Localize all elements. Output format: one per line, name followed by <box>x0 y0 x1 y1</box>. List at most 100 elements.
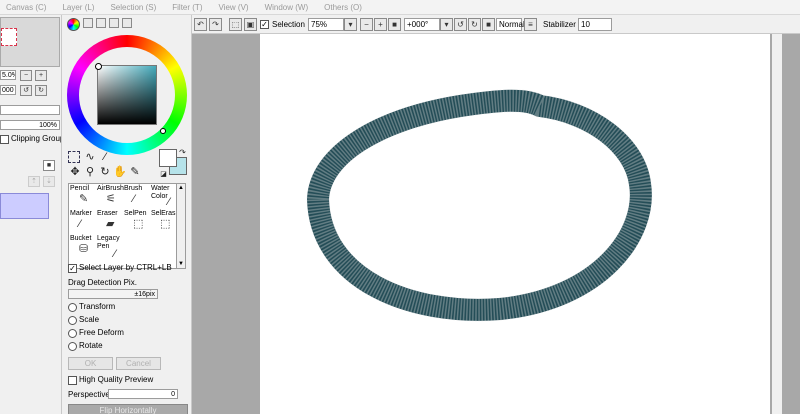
tool-eraser[interactable]: Eraser ▰ <box>96 209 123 234</box>
ok-button[interactable]: OK <box>68 357 113 370</box>
tool-pencil[interactable]: Pencil ✎ <box>69 184 96 209</box>
select-layer-label: Select Layer by CTRL+LB <box>79 263 172 272</box>
menu-selection[interactable]: Selection (S) <box>110 3 156 12</box>
hsv-slider-mode-icon[interactable] <box>96 18 106 28</box>
tool-bucket[interactable]: Bucket ⛁ <box>69 234 96 259</box>
scratchpad-mode-icon[interactable] <box>122 18 132 28</box>
cancel-button[interactable]: Cancel <box>116 357 161 370</box>
tool-selpen[interactable]: SelPen ⬚ <box>123 209 150 234</box>
legacy-pen-icon: ⁄ <box>114 248 116 260</box>
menu-canvas[interactable]: Canvas (C) <box>6 3 46 12</box>
zoom-dropdown[interactable]: 75% <box>308 18 344 31</box>
tool-legacy-pen[interactable]: Legacy Pen ⁄ <box>96 234 123 260</box>
angle-dropdown-arrow-icon[interactable]: ▾ <box>440 18 453 31</box>
stabilizer-dropdown[interactable]: 10 <box>578 18 612 31</box>
rotate-left-button[interactable]: ↺ <box>20 85 32 96</box>
hue-picker-marker[interactable] <box>160 128 166 134</box>
toolbar-zoom-out-button[interactable]: − <box>360 18 373 31</box>
main-color-swatch[interactable] <box>159 149 177 167</box>
zoom-icon[interactable]: ⚲ <box>83 165 97 179</box>
blend-dropdown[interactable]: Normal <box>496 18 525 31</box>
menu-layer[interactable]: Layer (L) <box>62 3 94 12</box>
navigator-thumbnail[interactable] <box>0 17 60 67</box>
tool-legacy-pen-label: Legacy Pen <box>97 235 120 250</box>
layer-item-selected[interactable] <box>0 193 49 219</box>
transform-label: Transform <box>79 302 116 311</box>
scale-radio[interactable] <box>68 316 77 325</box>
toolbar-zoom-in-button[interactable]: + <box>374 18 387 31</box>
tool-grid-scrollbar[interactable]: ▲ ▼ <box>176 183 186 269</box>
drag-detection-field[interactable]: ±16pix <box>68 289 158 299</box>
eraser-icon: ▰ <box>106 218 115 230</box>
perspective-field[interactable]: 0 <box>108 389 178 399</box>
blend-mode-dropdown[interactable] <box>0 105 60 115</box>
zoom-out-button[interactable]: − <box>20 70 32 81</box>
transform-radio[interactable] <box>68 303 77 312</box>
invert-selection-button[interactable]: ▣ <box>244 18 257 31</box>
selpen-icon: ⬚ <box>133 218 144 230</box>
sv-picker-marker[interactable] <box>95 63 102 70</box>
eyedropper-icon[interactable]: ✎ <box>128 165 142 179</box>
scroll-up-icon[interactable]: ▲ <box>178 185 184 191</box>
swap-colors-icon[interactable]: ↷ <box>178 148 187 157</box>
tool-marker[interactable]: Marker ⁄ <box>69 209 96 234</box>
canvas-area[interactable] <box>192 34 800 414</box>
toolbar-zoom-reset-button[interactable]: ■ <box>388 18 401 31</box>
rotate-view-icon[interactable]: ↻ <box>98 165 112 179</box>
rotate-radio[interactable] <box>68 342 77 351</box>
deselect-button[interactable]: ⬚ <box>229 18 242 31</box>
color-wheel-mode-icon[interactable] <box>67 18 80 31</box>
layer-move-down-button[interactable]: ⇣ <box>43 176 55 187</box>
undo-button[interactable]: ↶ <box>194 18 207 31</box>
rotate-reset-button[interactable]: ■ <box>482 18 495 31</box>
magic-wand-icon[interactable]: ⁄ <box>98 150 112 164</box>
free-deform-radio[interactable] <box>68 329 77 338</box>
clipping-group-checkbox[interactable] <box>0 135 9 144</box>
layer-move-up-button[interactable]: ⇡ <box>28 176 40 187</box>
saturation-value-square[interactable] <box>97 65 157 125</box>
hand-icon[interactable]: ✋ <box>113 165 127 179</box>
menu-filter[interactable]: Filter (T) <box>172 3 202 12</box>
swatch-mode-icon[interactable] <box>109 18 119 28</box>
rect-select-icon[interactable] <box>68 151 80 163</box>
canvas-vertical-scrollbar[interactable] <box>772 34 782 414</box>
tool-seleras-label: SelEras <box>151 210 176 217</box>
zoom-in-button[interactable]: + <box>35 70 47 81</box>
rgb-slider-mode-icon[interactable] <box>83 18 93 28</box>
rotate-right-button[interactable]: ↻ <box>35 85 47 96</box>
clipping-group-label: Clipping Group <box>11 134 62 143</box>
navigator-zoom-field[interactable]: 5.0% <box>0 70 16 80</box>
menu-view[interactable]: View (V) <box>218 3 248 12</box>
color-wheel[interactable] <box>67 35 187 155</box>
perspective-label: Perspective <box>68 390 110 399</box>
tool-airbrush[interactable]: AirBrush ⚟ <box>96 184 124 209</box>
menu-others[interactable]: Others (O) <box>324 3 362 12</box>
tool-seleras[interactable]: SelEras ⬚ <box>150 209 177 234</box>
menu-window[interactable]: Window (W) <box>265 3 309 12</box>
canvas-paper[interactable] <box>260 34 770 414</box>
tool-airbrush-label: AirBrush <box>97 185 124 192</box>
layer-new-button[interactable]: ■ <box>43 160 55 171</box>
flip-horizontally-button[interactable]: Flip Horizontally <box>68 404 188 414</box>
rotate-right-view-button[interactable]: ↻ <box>468 18 481 31</box>
selection-checkbox[interactable]: ✓ <box>260 20 269 29</box>
lasso-icon[interactable]: ∿ <box>83 150 97 164</box>
redo-button[interactable]: ↷ <box>209 18 222 31</box>
layer-opacity-field[interactable]: 100% <box>0 120 60 130</box>
high-quality-checkbox[interactable] <box>68 376 77 385</box>
tool-bucket-label: Bucket <box>70 235 92 242</box>
reset-colors-icon[interactable]: ◪ <box>159 170 168 179</box>
flip-view-button[interactable]: ≡ <box>524 18 537 31</box>
tool-brush[interactable]: Brush ⁄ <box>123 184 150 209</box>
angle-field[interactable]: +000° <box>404 18 440 31</box>
drawing-layer[interactable] <box>260 34 770 414</box>
move-icon[interactable]: ✥ <box>68 165 82 179</box>
scroll-down-icon[interactable]: ▼ <box>178 261 184 267</box>
tool-watercolor[interactable]: Water Color ⁄ <box>150 184 177 209</box>
rotate-left-view-button[interactable]: ↺ <box>454 18 467 31</box>
select-layer-checkbox[interactable]: ✓ <box>68 264 77 273</box>
tool-brush-label: Brush <box>124 185 143 192</box>
navigator-angle-field[interactable]: 000 <box>0 85 16 95</box>
scale-label: Scale <box>79 315 100 324</box>
zoom-dropdown-arrow-icon[interactable]: ▾ <box>344 18 357 31</box>
